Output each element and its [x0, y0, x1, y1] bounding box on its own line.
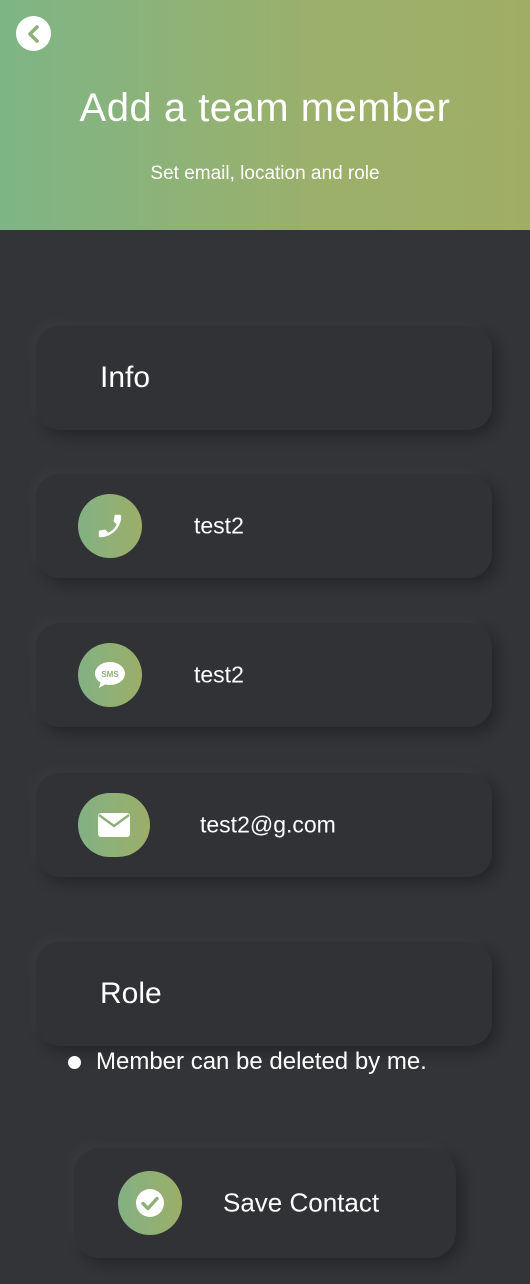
email-value: test2@g.com	[200, 811, 336, 838]
sms-icon: SMS	[95, 662, 125, 688]
email-field[interactable]: test2@g.com	[36, 773, 492, 877]
back-button[interactable]	[16, 16, 51, 51]
radio-button[interactable]	[68, 1055, 81, 1069]
phone-field[interactable]: test2	[36, 474, 492, 578]
email-icon-circle	[78, 793, 150, 857]
envelope-icon	[98, 813, 130, 837]
sms-value: test2	[194, 661, 244, 688]
phone-value: test2	[194, 512, 244, 539]
phone-icon	[98, 514, 122, 538]
info-section-card: Info	[36, 326, 492, 430]
role-section-label: Role	[100, 977, 162, 1010]
page-title: Add a team member	[79, 86, 451, 130]
save-icon-circle	[118, 1171, 182, 1235]
delete-permission-radio[interactable]: Member can be deleted by me.	[68, 1046, 427, 1078]
sms-icon-text: SMS	[101, 670, 119, 679]
save-contact-button[interactable]: Save Contact	[74, 1148, 456, 1258]
phone-icon-circle	[78, 494, 142, 558]
info-section-label: Info	[100, 361, 151, 394]
check-circle-icon	[136, 1189, 164, 1217]
page-subtitle: Set email, location and role	[150, 163, 380, 184]
chevron-left-icon	[27, 24, 39, 43]
delete-permission-label: Member can be deleted by me.	[96, 1048, 427, 1075]
sms-icon-circle: SMS	[78, 643, 142, 707]
save-contact-label: Save Contact	[223, 1187, 380, 1218]
sms-field[interactable]: SMS test2	[36, 623, 492, 727]
header: Add a team member Set email, location an…	[0, 0, 530, 230]
role-section-card: Role	[36, 942, 492, 1046]
